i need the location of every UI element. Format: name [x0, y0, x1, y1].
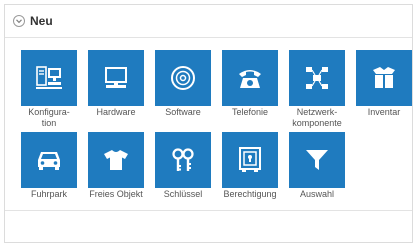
telephone-icon [237, 66, 263, 90]
computer-workstation-icon [35, 65, 63, 91]
tile-label: Konfigura- tion [28, 107, 70, 128]
tile-label: Auswahl [299, 189, 335, 199]
tile-fuhrpark-box[interactable] [21, 132, 77, 188]
tile-label: Freies Objekt [89, 189, 143, 199]
tile-konfiguration-box[interactable] [21, 50, 77, 106]
tile-netzwerkkomponente[interactable]: Netzwerk- komponente [284, 50, 350, 129]
tile-software[interactable]: Software [150, 50, 216, 118]
tile-berechtigung-box[interactable] [222, 132, 278, 188]
new-items-panel: Neu Konfigura- tion Hardware Software Te… [4, 4, 413, 243]
tile-label: Fuhrpark [30, 189, 67, 199]
tile-label: Berechtigung [223, 189, 277, 199]
tile-fuhrpark[interactable]: Fuhrpark [16, 132, 82, 200]
tile-freies-objekt-box[interactable] [88, 132, 144, 188]
tile-auswahl-box[interactable] [289, 132, 345, 188]
tile-label: Inventar [367, 107, 401, 117]
tile-inventar[interactable]: Inventar [351, 50, 417, 118]
box-icon [371, 66, 397, 90]
tile-netzwerkkomponente-box[interactable] [289, 50, 345, 106]
tile-hardware[interactable]: Hardware [83, 50, 149, 118]
tile-software-box[interactable] [155, 50, 211, 106]
tile-konfiguration[interactable]: Konfigura- tion [16, 50, 82, 129]
tile-freies-objekt[interactable]: Freies Objekt [83, 132, 149, 200]
panel-divider [5, 210, 412, 211]
tile-label: Hardware [96, 107, 136, 117]
keys-icon [170, 147, 196, 173]
tile-berechtigung[interactable]: Berechtigung [217, 132, 283, 200]
funnel-icon [304, 147, 330, 173]
safe-icon [238, 147, 262, 173]
car-icon [36, 149, 62, 171]
network-icon [304, 65, 330, 91]
tile-schluessel[interactable]: Schlüssel [150, 132, 216, 200]
tile-schluessel-box[interactable] [155, 132, 211, 188]
tile-label: Netzwerk- komponente [292, 107, 342, 128]
tile-inventar-box[interactable] [356, 50, 412, 106]
tile-auswahl[interactable]: Auswahl [284, 132, 350, 200]
tile-label: Schlüssel [163, 189, 203, 199]
monitor-icon [103, 66, 129, 90]
tile-label: Telefonie [231, 107, 269, 117]
tile-telefonie[interactable]: Telefonie [217, 50, 283, 118]
tshirt-icon [103, 148, 129, 172]
tile-telefonie-box[interactable] [222, 50, 278, 106]
tile-hardware-box[interactable] [88, 50, 144, 106]
disc-icon [170, 65, 196, 91]
tile-grid: Konfigura- tion Hardware Software Telefo… [5, 5, 412, 242]
tile-label: Software [165, 107, 201, 117]
